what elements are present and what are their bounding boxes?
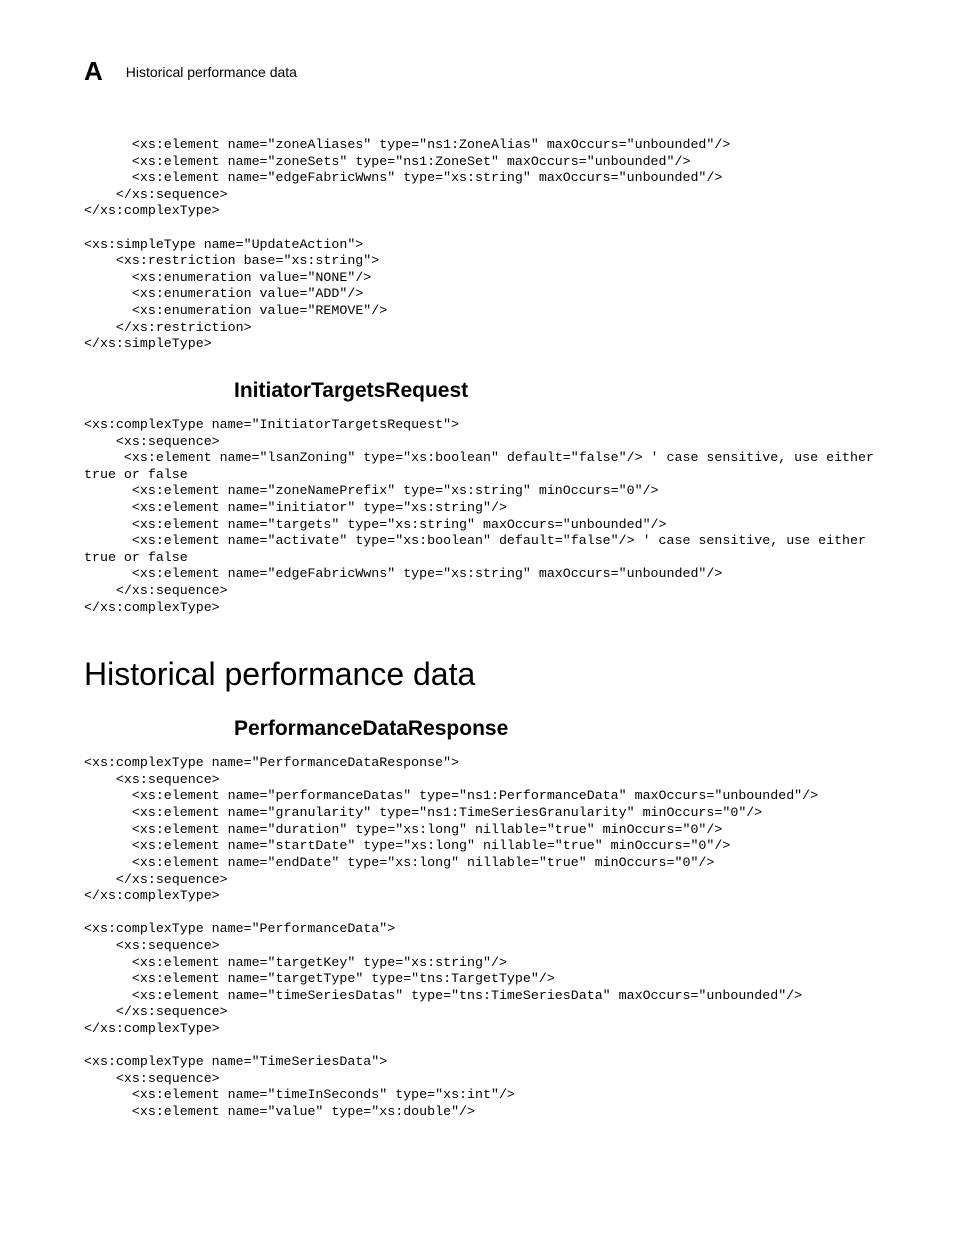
appendix-letter: A — [84, 56, 102, 87]
code-block-2: <xs:complexType name="InitiatorTargetsRe… — [84, 417, 898, 616]
heading-historical-performance-data: Historical performance data — [84, 656, 898, 693]
code-block-1: <xs:element name="zoneAliases" type="ns1… — [84, 137, 898, 353]
page-content: A Historical performance data <xs:elemen… — [0, 0, 954, 1161]
heading-initiator-targets-request: InitiatorTargetsRequest — [234, 379, 898, 403]
header-title: Historical performance data — [126, 64, 297, 80]
code-block-3: <xs:complexType name="PerformanceDataRes… — [84, 755, 898, 1120]
page-header: A Historical performance data — [84, 56, 898, 87]
heading-performance-data-response: PerformanceDataResponse — [234, 717, 898, 741]
